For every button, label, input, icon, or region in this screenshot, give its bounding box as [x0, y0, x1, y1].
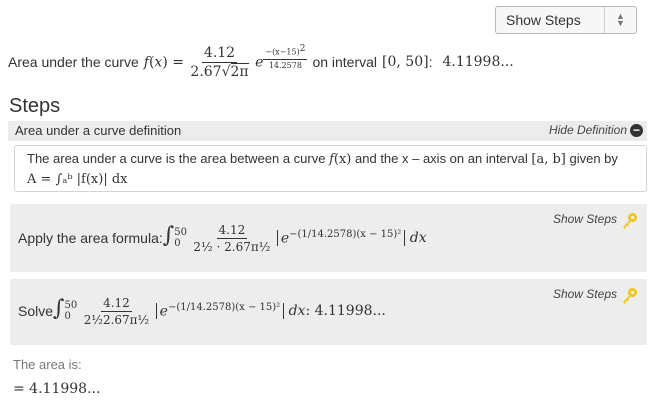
show-steps-link-1[interactable]: Show Steps	[553, 212, 617, 226]
colon: :	[428, 54, 433, 70]
problem-statement: Area under the curve f(x) = 4.12 2.67√2π…	[8, 40, 514, 84]
on-interval-text: on interval	[312, 54, 378, 70]
definition-title: Area under a curve definition	[15, 123, 182, 138]
updown-arrows-icon: ▲ ▼	[604, 7, 636, 33]
step2-result: 4.11998...	[314, 303, 386, 320]
step2-expression: ∫ 50 0 4.12 2½2.67π½ e−(1/14.2578)(x − 15)…	[53, 295, 386, 327]
key-icon[interactable]	[621, 286, 639, 304]
definition-text-b: and the x – axis on an interval	[355, 151, 528, 166]
function-fraction: 4.12 2.67√2π	[190, 45, 249, 81]
step2-label: Solve	[18, 303, 54, 319]
definition-bar: Area under a curve definition Hide Defin…	[8, 121, 647, 141]
step-apply-formula: Show Steps Apply the area formula: ∫ 50 0 …	[10, 204, 647, 272]
key-icon[interactable]	[621, 211, 639, 229]
headline-result: 4.11998...	[442, 54, 514, 70]
steps-title: Steps	[9, 95, 61, 117]
definition-interval: [a, b]	[531, 152, 566, 167]
show-steps-select-label: Show Steps	[506, 12, 581, 28]
show-steps-link-2[interactable]: Show Steps	[553, 287, 617, 301]
minus-circle-icon[interactable]: −	[630, 124, 643, 137]
function-expression: f(x) = 4.12 2.67√2π e −(x−15)2 14.2578	[143, 43, 308, 81]
definition-text-c: given by	[569, 151, 618, 166]
step1-label: Apply the area formula:	[18, 230, 163, 246]
step1-expression: ∫ 50 0 4.12 2½ · 2.67π½ e−(1/14.2578)(x − …	[162, 222, 427, 254]
definition-formula: A = ∫ₐᵇ |f(x)| dx	[27, 172, 128, 187]
result-value: = 4.11998...	[13, 381, 101, 397]
definition-text-a: The area under a curve is the area betwe…	[27, 151, 326, 166]
result-label: The area is:	[13, 357, 82, 372]
show-steps-select[interactable]: Show Steps ▲ ▼	[495, 6, 637, 34]
step-solve: Show Steps Solve ∫ 50 0 4.12 2½2.67π½ e−(1…	[10, 279, 647, 345]
problem-prefix: Area under the curve	[8, 54, 139, 70]
interval-value: [0, 50]	[382, 54, 429, 70]
definition-box: The area under a curve is the area betwe…	[14, 145, 647, 192]
hide-definition-link[interactable]: Hide Definition	[549, 123, 627, 137]
